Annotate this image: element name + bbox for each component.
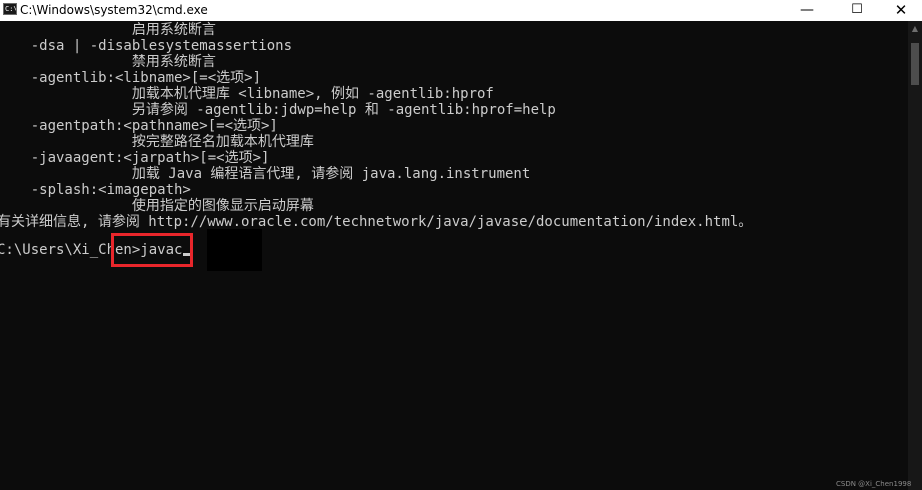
console-line: -agentpath:<pathname>[=<选项>] <box>0 118 278 134</box>
console-line: 另请参阅 -agentlib:jdwp=help 和 -agentlib:hpr… <box>0 102 556 118</box>
minimize-button[interactable]: — <box>784 0 830 21</box>
console-line: -javaagent:<jarpath>[=<选项>] <box>0 150 270 166</box>
console-line: 使用指定的图像显示启动屏幕 <box>0 198 314 214</box>
cmd-app-icon[interactable]: C:\ <box>3 3 17 15</box>
scrollbar-thumb[interactable] <box>911 43 919 85</box>
highlight-annotation-box <box>111 233 193 267</box>
scroll-up-arrow-icon[interactable]: ▲ <box>908 21 922 37</box>
console-line: 有关详细信息, 请参阅 http://www.oracle.com/techne… <box>0 214 753 230</box>
redacted-region <box>207 229 262 271</box>
watermark-text: CSDN @Xi_Chen1998 <box>836 480 912 488</box>
close-button[interactable]: ✕ <box>878 0 922 21</box>
console-line: -splash:<imagepath> <box>0 182 191 198</box>
console-line: 禁用系统断言 <box>0 54 216 70</box>
console-line: 启用系统断言 <box>0 22 216 38</box>
console-line: 加载本机代理库 <libname>, 例如 -agentlib:hprof <box>0 86 494 102</box>
console-line: 加载 Java 编程语言代理, 请参阅 java.lang.instrument <box>0 166 531 182</box>
maximize-button[interactable]: ☐ <box>834 0 880 21</box>
console-line: 按完整路径名加载本机代理库 <box>0 134 314 150</box>
cmd-window: C:\ C:\Windows\system32\cmd.exe — ☐ ✕ 启用… <box>0 0 922 490</box>
console-line: -dsa | -disablesystemassertions <box>0 38 293 54</box>
console-line: -agentlib:<libname>[=<选项>] <box>0 70 262 86</box>
console-output[interactable]: 启用系统断言 -dsa | -disablesystemassertions 禁… <box>0 21 908 490</box>
window-title: C:\Windows\system32\cmd.exe <box>20 3 208 17</box>
vertical-scrollbar[interactable]: ▲ <box>908 21 922 490</box>
title-bar[interactable]: C:\ C:\Windows\system32\cmd.exe — ☐ ✕ <box>0 0 922 21</box>
